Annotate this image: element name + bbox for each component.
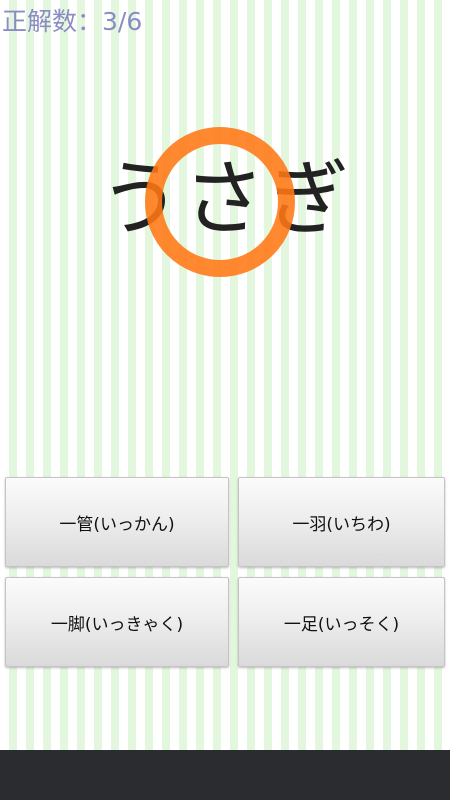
score-counter: 正解数：3/6 xyxy=(2,7,143,36)
system-navigation-bar xyxy=(0,750,450,800)
answer-button-1[interactable]: 一管(いっかん) xyxy=(5,477,229,567)
answer-button-3[interactable]: 一脚(いっきゃく) xyxy=(5,577,229,667)
answer-button-4[interactable]: 一足(いっそく) xyxy=(238,577,445,667)
correct-circle-icon xyxy=(145,127,295,277)
answer-button-2[interactable]: 一羽(いちわ) xyxy=(238,477,445,567)
